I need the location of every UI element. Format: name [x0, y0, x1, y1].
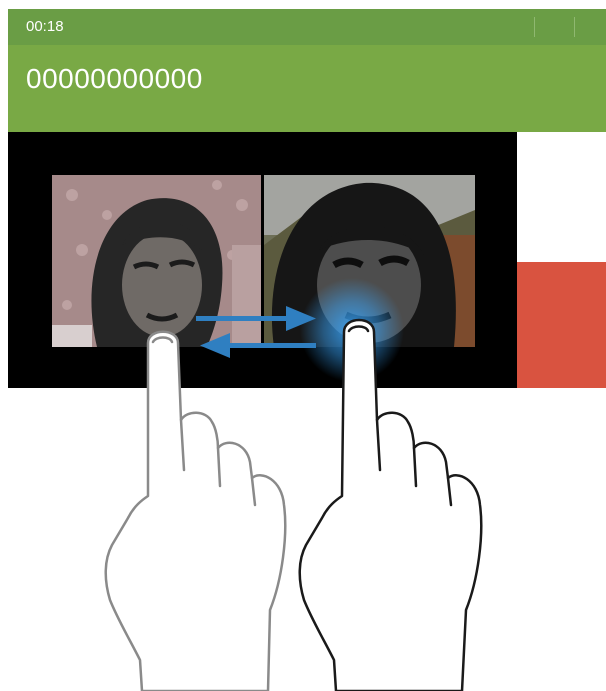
swap-arrows-icon	[196, 306, 316, 358]
finger-icon	[298, 318, 483, 691]
gesture-overlay	[104, 278, 483, 691]
finger-icon	[104, 330, 287, 691]
